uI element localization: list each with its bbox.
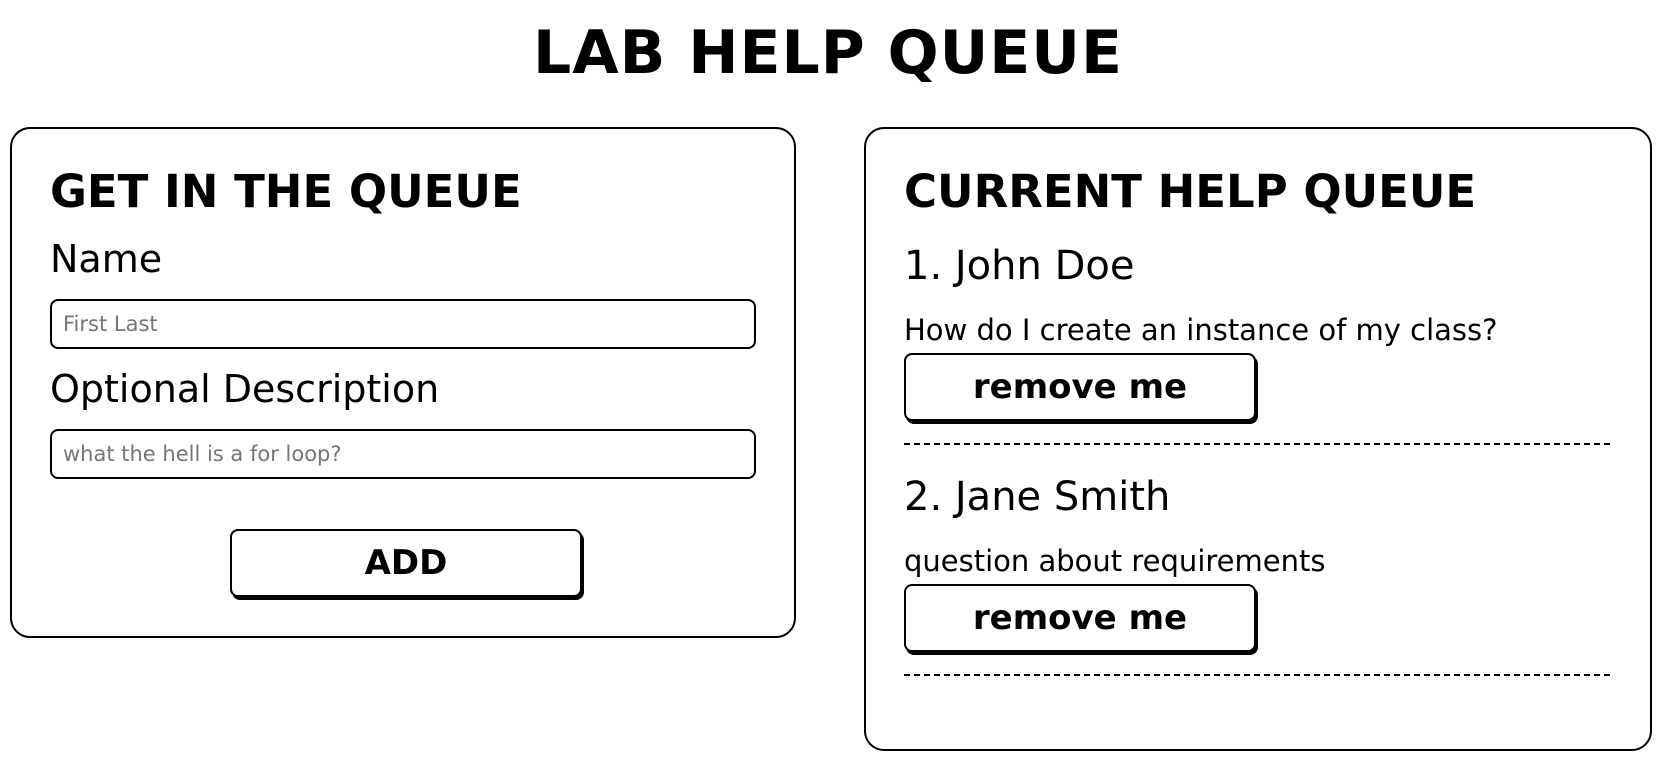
remove-me-button[interactable]: remove me (904, 353, 1256, 421)
queue-form-panel: GET IN THE QUEUE Name Optional Descripti… (10, 127, 796, 638)
queue-entry: 1. John Doe How do I create an instance … (904, 243, 1610, 472)
description-input[interactable] (50, 429, 756, 479)
page: LAB HELP QUEUE GET IN THE QUEUE Name Opt… (0, 0, 1656, 758)
page-title: LAB HELP QUEUE (532, 18, 1123, 88)
description-label: Optional Description (50, 367, 440, 411)
name-label: Name (50, 237, 163, 281)
name-input[interactable] (50, 299, 756, 349)
queue-entry-name: 1. John Doe (904, 243, 1135, 289)
queue-entry: 2. Jane Smith question about requirement… (904, 474, 1610, 703)
queue-entry-name: 2. Jane Smith (904, 474, 1171, 520)
queue-entry-description: question about requirements (904, 544, 1326, 578)
queue-heading: CURRENT HELP QUEUE (904, 165, 1477, 218)
current-queue-panel: CURRENT HELP QUEUE 1. John Doe How do I … (864, 127, 1652, 751)
add-button[interactable]: ADD (230, 529, 582, 597)
remove-me-button[interactable]: remove me (904, 584, 1256, 652)
queue-entry-divider (904, 443, 1610, 445)
form-heading: GET IN THE QUEUE (50, 165, 522, 218)
queue-entry-divider (904, 674, 1610, 676)
queue-entry-description: How do I create an instance of my class? (904, 313, 1498, 347)
